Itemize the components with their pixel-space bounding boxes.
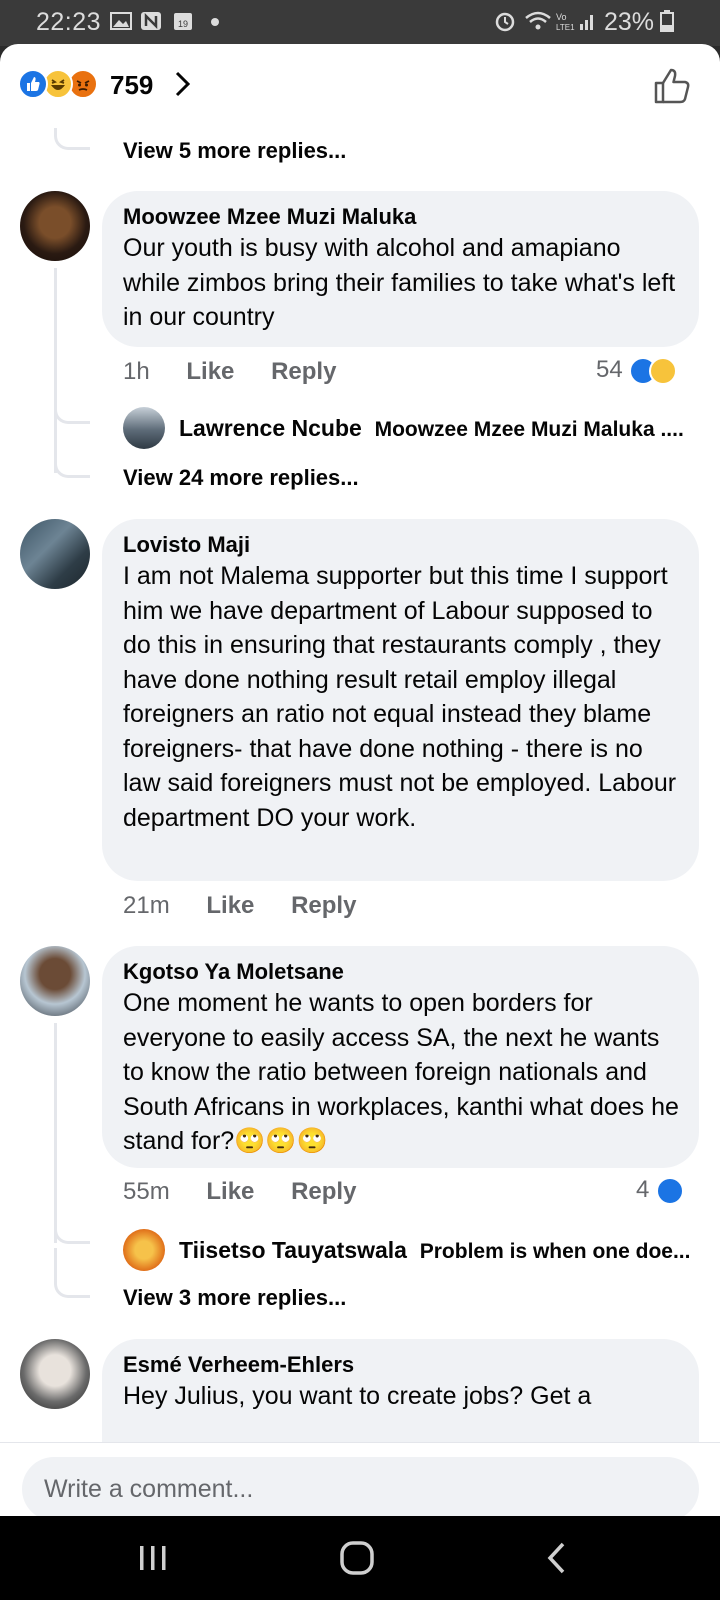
comment-actions: 1h Like Reply <box>123 358 366 386</box>
signal-icon: VoLTE1 <box>556 12 593 32</box>
chevron-right-icon <box>175 71 191 97</box>
reply-link[interactable]: Reply <box>271 358 336 385</box>
reaction-count: 759 <box>110 70 154 100</box>
like-icon <box>18 69 48 99</box>
battery-icon <box>660 10 674 32</box>
comment-reaction-count: 4 <box>636 1176 650 1203</box>
eye-roll-emoji: 🙄🙄🙄 <box>234 1127 328 1155</box>
reply-preview[interactable]: Tiisetso Tauyatswala Problem is when one… <box>123 1229 703 1273</box>
comment-actions: 55m Like Reply <box>123 1178 386 1206</box>
comment-reaction-count: 54 <box>596 356 623 383</box>
like-icon <box>656 1176 685 1205</box>
comment-text: One moment he wants to open borders for … <box>123 989 679 1155</box>
comment-text: Hey Julius, you want to create jobs? Get… <box>123 1382 592 1410</box>
comment-author[interactable]: Lovisto Maji <box>123 531 679 559</box>
calendar-icon: 19 <box>174 13 192 30</box>
haha-icon <box>649 356 678 385</box>
status-bar: 22:23 19 Vo LTE1 23% <box>0 0 720 46</box>
back-icon[interactable] <box>527 1534 587 1582</box>
like-button[interactable] <box>652 66 692 106</box>
like-link[interactable]: Like <box>206 1178 254 1205</box>
system-nav-bar <box>0 1516 720 1600</box>
comment-bubble[interactable]: Esmé Verheem-Ehlers Hey Julius, you want… <box>102 1339 699 1442</box>
view-more-replies-link[interactable]: View 5 more replies... <box>123 138 346 164</box>
avatar <box>123 1229 165 1271</box>
gallery-icon <box>110 12 132 30</box>
svg-text:19: 19 <box>178 19 188 29</box>
thread-connector <box>54 1198 90 1244</box>
comment-bubble[interactable]: Moowzee Mzee Muzi Maluka Our youth is bu… <box>102 191 699 347</box>
reply-preview[interactable]: Lawrence Ncube Moowzee Mzee Muzi Maluka … <box>123 407 703 451</box>
avatar[interactable] <box>20 946 90 1016</box>
comment-bubble[interactable]: Kgotso Ya Moletsane One moment he wants … <box>102 946 699 1168</box>
reply-link[interactable]: Reply <box>291 892 356 919</box>
thread-connector <box>54 1248 90 1298</box>
comment-time: 55m <box>123 1178 170 1205</box>
avatar[interactable] <box>20 1339 90 1409</box>
reactions-header[interactable]: 759 <box>0 44 720 128</box>
alarm-icon <box>495 12 515 32</box>
comment-author[interactable]: Esmé Verheem-Ehlers <box>123 1351 679 1379</box>
wifi-icon <box>525 11 551 30</box>
thread-connector <box>54 378 90 424</box>
comment-bubble[interactable]: Lovisto Maji I am not Malema supporter b… <box>102 519 699 881</box>
like-link[interactable]: Like <box>206 892 254 919</box>
avatar <box>123 407 165 449</box>
comment-actions: 21m Like Reply <box>123 892 386 920</box>
reply-author: Tiisetso Tauyatswala <box>179 1237 407 1263</box>
status-time: 22:23 <box>36 8 102 36</box>
n-app-icon <box>141 12 161 30</box>
svg-text:Vo: Vo <box>556 12 567 22</box>
battery-percent: 23% <box>604 8 655 36</box>
avatar[interactable] <box>20 519 90 589</box>
comments-sheet: 759 View 5 more replies... Moowzee Mzee … <box>0 44 720 1516</box>
comment-reaction-summary[interactable]: 4 <box>636 1176 685 1205</box>
comment-composer <box>0 1442 720 1516</box>
reply-text: Problem is when one doe... <box>419 1240 691 1263</box>
comment-author[interactable]: Kgotso Ya Moletsane <box>123 958 679 986</box>
home-icon[interactable] <box>327 1534 387 1582</box>
thread-connector <box>54 128 90 150</box>
comment-input[interactable] <box>22 1457 699 1516</box>
comment-time: 1h <box>123 358 150 385</box>
comment-text: I am not Malema supporter but this time … <box>123 562 677 832</box>
like-link[interactable]: Like <box>186 358 234 385</box>
thread-connector <box>54 428 90 478</box>
notification-dot <box>211 18 219 26</box>
reply-link[interactable]: Reply <box>291 1178 356 1205</box>
comment-text: Our youth is busy with alcohol and amapi… <box>123 234 676 331</box>
comments-feed[interactable]: View 5 more replies... Moowzee Mzee Muzi… <box>0 128 720 1442</box>
comment-reaction-summary[interactable]: 54 <box>596 356 678 385</box>
view-more-replies-link[interactable]: View 24 more replies... <box>123 465 359 491</box>
avatar[interactable] <box>20 191 90 261</box>
recent-apps-icon[interactable] <box>123 1534 183 1582</box>
svg-text:LTE1: LTE1 <box>556 23 575 32</box>
reply-author: Lawrence Ncube <box>179 415 362 441</box>
view-more-replies-link[interactable]: View 3 more replies... <box>123 1285 346 1311</box>
comment-author[interactable]: Moowzee Mzee Muzi Maluka <box>123 203 679 231</box>
reply-text: Moowzee Mzee Muzi Maluka .... <box>374 418 684 441</box>
comment-time: 21m <box>123 892 170 919</box>
